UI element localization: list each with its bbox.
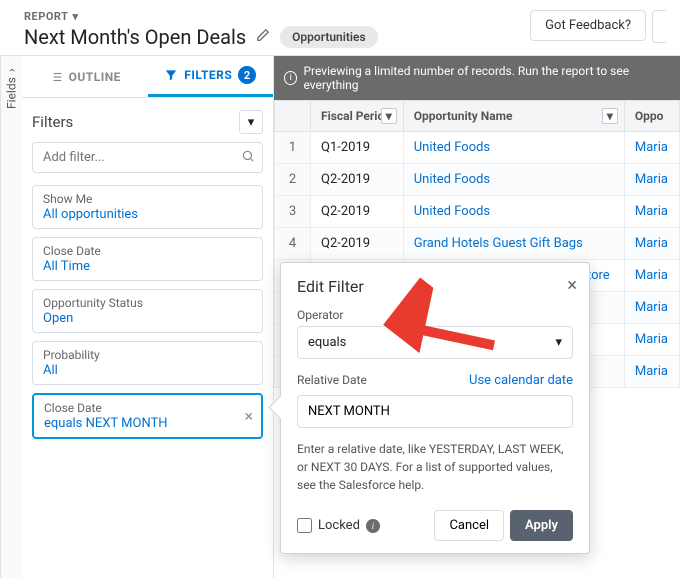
cell-owner[interactable]: Maria	[624, 324, 679, 356]
info-icon[interactable]: i	[366, 519, 380, 533]
relative-date-label: Relative Date	[297, 373, 367, 387]
fields-rail-toggle[interactable]: Fields ›	[0, 56, 22, 578]
cell-rownum: 3	[275, 196, 311, 228]
cell-owner[interactable]: Maria	[624, 228, 679, 260]
apply-button[interactable]: Apply	[510, 510, 573, 541]
sort-icon[interactable]: ▾	[602, 108, 618, 124]
cell-opportunity[interactable]: United Foods	[403, 132, 624, 164]
cell-rownum: 1	[275, 132, 311, 164]
filter-count-badge: 2	[238, 66, 256, 84]
outline-icon	[49, 70, 63, 84]
preview-banner: i Previewing a limited number of records…	[274, 56, 680, 100]
chevron-down-icon: ▾	[248, 115, 255, 130]
filter-card-closedate[interactable]: Close Date All Time	[32, 237, 263, 281]
report-type-label[interactable]: REPORT ▾	[24, 10, 530, 23]
add-filter-input[interactable]	[32, 142, 263, 173]
table-row[interactable]: 1Q1-2019United FoodsMaria	[275, 132, 680, 164]
cell-rownum: 4	[275, 228, 311, 260]
truncated-button[interactable]	[652, 10, 666, 43]
col-rownum	[275, 101, 311, 132]
col-owner[interactable]: Oppo	[624, 101, 679, 132]
close-icon[interactable]: ×	[567, 275, 577, 296]
cell-fiscal-period: Q2-2019	[311, 164, 404, 196]
cell-owner[interactable]: Maria	[624, 292, 679, 324]
cell-owner[interactable]: Maria	[624, 132, 679, 164]
filters-heading: Filters	[32, 113, 73, 131]
entity-pill[interactable]: Opportunities	[280, 26, 378, 48]
report-title: Next Month's Open Deals	[24, 25, 246, 49]
locked-checkbox-input[interactable]	[297, 518, 312, 533]
cell-rownum: 2	[275, 164, 311, 196]
chevron-right-icon: ›	[5, 68, 19, 72]
table-row[interactable]: 3Q2-2019United FoodsMaria	[275, 196, 680, 228]
edit-filter-popover: Edit Filter × Operator equals ▾ Relative…	[280, 262, 590, 554]
cell-fiscal-period: Q2-2019	[311, 196, 404, 228]
cancel-button[interactable]: Cancel	[434, 510, 504, 541]
locked-checkbox[interactable]: Locked i	[297, 518, 380, 533]
remove-filter-icon[interactable]: ×	[244, 407, 253, 426]
tab-filters[interactable]: FILTERS 2	[148, 56, 274, 97]
col-opportunity-name[interactable]: Opportunity Name▾	[403, 101, 624, 132]
col-fiscal-period[interactable]: Fiscal Period▾	[311, 101, 404, 132]
cell-fiscal-period: Q2-2019	[311, 228, 404, 260]
cell-owner[interactable]: Maria	[624, 196, 679, 228]
feedback-button[interactable]: Got Feedback?	[530, 10, 646, 41]
operator-label: Operator	[297, 308, 573, 322]
filter-card-closedate-relative[interactable]: Close Date equals NEXT MONTH ×	[32, 393, 263, 439]
table-row[interactable]: 4Q2-2019Grand Hotels Guest Gift BagsMari…	[275, 228, 680, 260]
operator-select[interactable]: equals ▾	[297, 326, 573, 359]
tab-outline[interactable]: OUTLINE	[22, 56, 148, 97]
chevron-down-icon: ▾	[72, 10, 78, 23]
cell-owner[interactable]: Maria	[624, 164, 679, 196]
cell-fiscal-period: Q1-2019	[311, 132, 404, 164]
cell-opportunity[interactable]: United Foods	[403, 196, 624, 228]
info-icon: i	[284, 71, 297, 85]
chevron-down-icon: ▾	[555, 335, 562, 350]
filter-card-showme[interactable]: Show Me All opportunities	[32, 185, 263, 229]
table-row[interactable]: 2Q2-2019United FoodsMaria	[275, 164, 680, 196]
pencil-icon[interactable]	[256, 28, 270, 46]
cell-opportunity[interactable]: Grand Hotels Guest Gift Bags	[403, 228, 624, 260]
use-calendar-link[interactable]: Use calendar date	[469, 373, 573, 388]
cell-owner[interactable]: Maria	[624, 356, 679, 388]
filter-icon	[164, 68, 178, 82]
filters-menu-button[interactable]: ▾	[239, 110, 263, 134]
cell-opportunity[interactable]: United Foods	[403, 164, 624, 196]
sort-icon[interactable]: ▾	[381, 108, 397, 124]
relative-date-input[interactable]	[297, 395, 573, 428]
popover-title: Edit Filter	[297, 277, 573, 296]
relative-date-hint: Enter a relative date, like YESTERDAY, L…	[297, 440, 573, 494]
search-icon	[241, 149, 255, 167]
filter-card-probability[interactable]: Probability All	[32, 341, 263, 385]
cell-owner[interactable]: Maria	[624, 260, 679, 292]
filter-card-status[interactable]: Opportunity Status Open	[32, 289, 263, 333]
